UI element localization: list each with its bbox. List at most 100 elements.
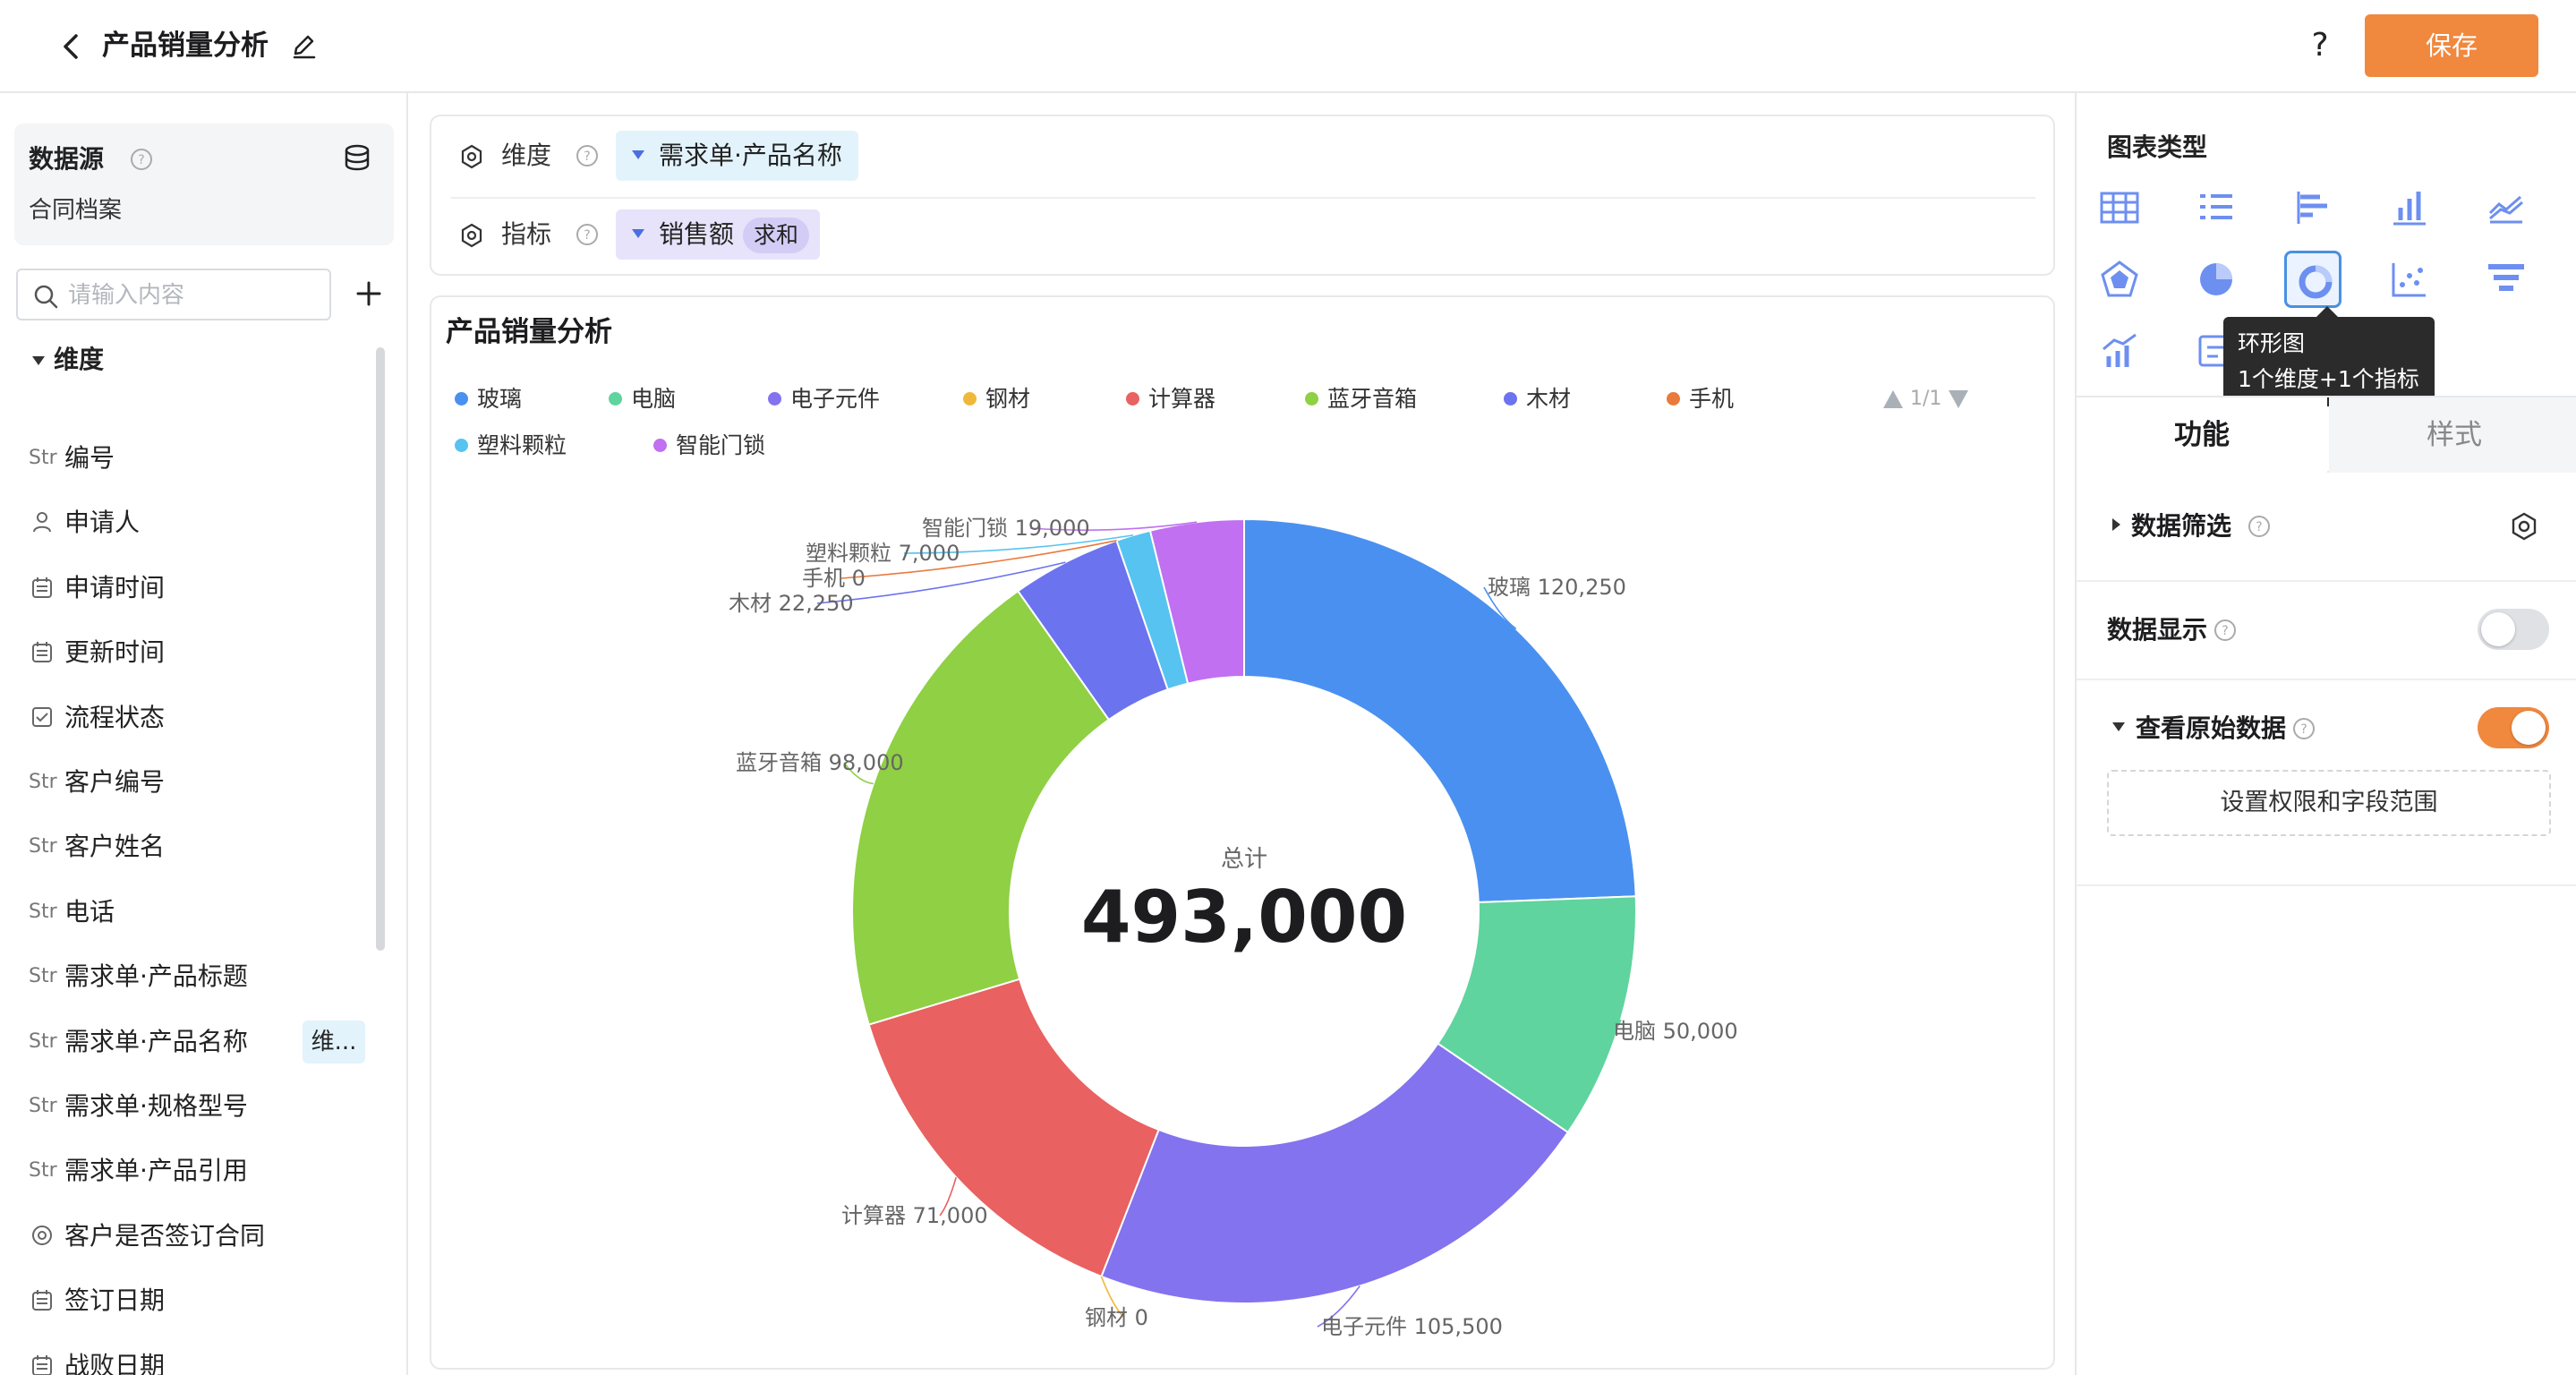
text-type-icon: Str (29, 835, 57, 858)
calendar-icon (29, 1286, 57, 1315)
data-filter-row: 数据筛选 ? (2077, 473, 2576, 582)
text-type-icon: Str (29, 447, 57, 469)
field-item[interactable]: Str 需求单·产品名称 维... (0, 1015, 376, 1069)
field-label: 客户是否签订合同 (64, 1220, 266, 1251)
chart-card: 产品销量分析 玻璃 电脑 电子元件 钢材 计算器 蓝牙音箱 木材 手机 塑料颗粒 智能门锁 1/1… (430, 295, 2055, 1370)
data-filter-toggle[interactable]: 数据筛选 (2112, 508, 2231, 544)
data-label: 玻璃 120,250 (1488, 575, 1626, 600)
help-circle-icon[interactable]: ? (575, 143, 600, 168)
svg-text:?: ? (2222, 624, 2228, 638)
center-total-value: 493,000 (1081, 875, 1407, 959)
person-icon (29, 508, 57, 537)
bar-vertical-icon[interactable] (2381, 179, 2438, 236)
data-label: 电子元件 105,500 (1321, 1314, 1503, 1339)
top-bar: 产品销量分析 ? 保存 (0, 0, 2576, 93)
field-label: 签订日期 (64, 1285, 166, 1316)
field-item[interactable]: Str 需求单·规格型号 (0, 1080, 376, 1133)
help-circle-icon[interactable]: ? (2247, 514, 2272, 539)
scatter-icon[interactable] (2381, 251, 2438, 308)
chart-type-tooltip: 环形图 1个维度+1个指标 (2223, 306, 2435, 406)
tab-style[interactable]: 样式 (2329, 397, 2576, 473)
svg-text:?: ? (2300, 722, 2307, 737)
tab-function[interactable]: 功能 (2077, 397, 2327, 473)
divider (451, 197, 2035, 199)
funnel-icon[interactable] (2478, 251, 2535, 308)
field-label: 需求单·产品名称 (64, 1026, 248, 1056)
hexagon-settings-icon[interactable] (2508, 510, 2540, 542)
metric-label: 指标 (501, 219, 552, 249)
bar-horizontal-icon[interactable] (2284, 179, 2341, 236)
field-item[interactable]: 申请时间 (0, 561, 376, 615)
data-label: 钢材 0 (1085, 1305, 1148, 1330)
data-display-row: 数据显示 ? (2077, 582, 2576, 680)
metric-chip[interactable]: 销售额 求和 (616, 209, 821, 260)
field-item[interactable]: Str 编号 (0, 431, 376, 485)
calendar-icon (29, 1352, 57, 1375)
field-list: Str 编号申请人申请时间更新时间流程状态 Str 客户编号 Str 客户姓名 Str 电话 S… (0, 93, 376, 1375)
scrollbar[interactable] (376, 347, 385, 951)
radio-icon (29, 1222, 57, 1251)
help-button[interactable]: ? (2302, 23, 2338, 68)
help-circle-icon[interactable]: ? (2291, 716, 2316, 741)
edit-pencil-icon[interactable] (288, 30, 320, 63)
field-label: 流程状态 (64, 702, 166, 732)
text-type-icon: Str (29, 1029, 57, 1053)
center-total-label: 总计 (1221, 846, 1267, 873)
calendar-icon (29, 574, 57, 602)
field-item[interactable]: 申请人 (0, 496, 376, 550)
donut-chart: 玻璃 120,250 电脑 50,000 电子元件 105,500 钢材 0 计算器 7… (729, 516, 1738, 1339)
field-item[interactable]: Str 客户编号 (0, 756, 376, 809)
field-item[interactable]: 流程状态 (0, 691, 376, 745)
line-chart-icon[interactable] (2478, 179, 2535, 236)
field-label: 客户编号 (64, 767, 166, 797)
field-label: 编号 (64, 443, 115, 473)
metric-chip-label: 销售额 (659, 219, 735, 249)
caret-right-icon (2112, 518, 2120, 531)
list-icon[interactable] (2188, 179, 2245, 236)
checkbox-icon (29, 704, 57, 732)
raw-data-toggle[interactable] (2478, 707, 2549, 748)
svg-text:?: ? (584, 228, 590, 243)
data-display-label: 数据显示 (2107, 615, 2208, 645)
field-item[interactable]: 更新时间 (0, 626, 376, 679)
field-item[interactable]: Str 电话 (0, 885, 376, 939)
help-circle-icon[interactable]: ? (575, 222, 600, 247)
dimension-label: 维度 (501, 141, 552, 170)
field-in-use-tag[interactable]: 维... (303, 1020, 365, 1063)
field-label: 更新时间 (64, 637, 166, 668)
radar-icon[interactable] (2091, 251, 2148, 308)
field-item[interactable]: Str 需求单·产品标题 (0, 950, 376, 1003)
data-label: 蓝牙音箱 98,000 (736, 750, 904, 775)
svg-text:?: ? (2256, 520, 2262, 534)
table-icon[interactable] (2091, 179, 2148, 236)
text-type-icon: Str (29, 771, 57, 793)
data-label: 木材 22,250 (729, 591, 854, 616)
data-display-toggle[interactable] (2478, 609, 2549, 650)
field-item[interactable]: Str 需求单·产品引用 (0, 1144, 376, 1198)
back-arrow-icon[interactable] (52, 27, 91, 66)
settings-panel: 图表类型 环形图 1个维度+1个指标 功能 样式 数据筛选 ? 数据显示 ? 查… (2075, 93, 2576, 1375)
combo-chart-icon[interactable] (2091, 322, 2148, 380)
donut-icon[interactable] (2284, 251, 2341, 308)
page-title: 产品销量分析 (102, 30, 269, 62)
permission-settings-button[interactable]: 设置权限和字段范围 (2107, 770, 2551, 836)
calendar-icon (29, 638, 57, 667)
dimension-chip-label: 需求单·产品名称 (659, 141, 842, 170)
raw-data-expander[interactable]: 查看原始数据 (2112, 711, 2286, 747)
field-item[interactable]: 战败日期 (0, 1339, 376, 1375)
data-filter-label: 数据筛选 (2131, 511, 2232, 541)
data-label: 智能门锁 19,000 (922, 516, 1090, 541)
field-label: 战败日期 (64, 1350, 166, 1375)
config-card: 维度 ? 需求单·产品名称 指标 ? 销售额 求和 (430, 115, 2055, 276)
caret-down-icon (632, 229, 644, 238)
field-item[interactable]: 客户是否签订合同 (0, 1209, 376, 1263)
pie-icon[interactable] (2188, 251, 2245, 308)
hexagon-settings-icon (458, 222, 485, 249)
field-item[interactable]: Str 客户姓名 (0, 820, 376, 874)
donut-slice[interactable] (867, 978, 1160, 1278)
field-item[interactable]: 签订日期 (0, 1274, 376, 1328)
save-button[interactable]: 保存 (2365, 14, 2538, 77)
dimension-chip[interactable]: 需求单·产品名称 (616, 131, 858, 181)
svg-text:?: ? (584, 149, 590, 164)
help-circle-icon[interactable]: ? (2213, 618, 2238, 643)
